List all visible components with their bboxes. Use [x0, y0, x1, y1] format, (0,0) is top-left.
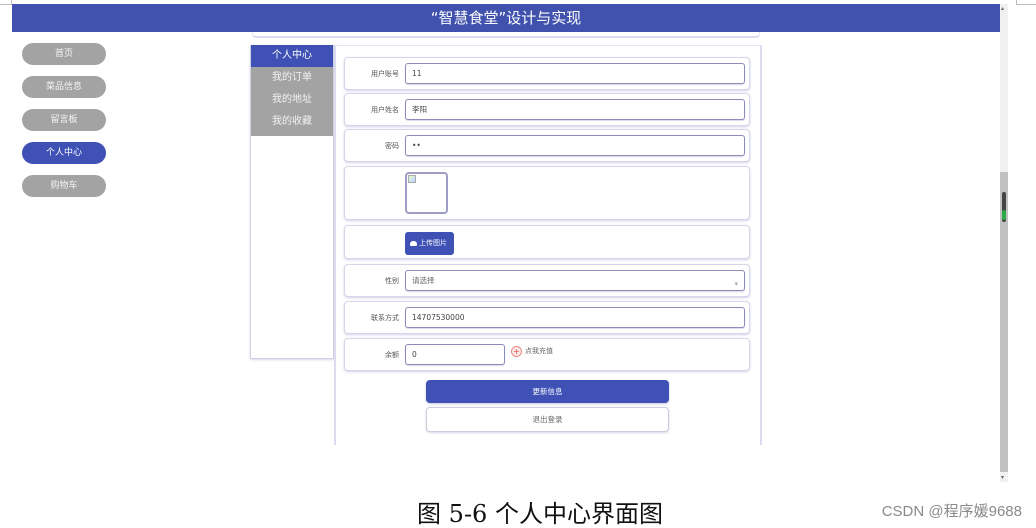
form-row-upload: 上传图片: [344, 225, 750, 259]
page-scrollbar[interactable]: ▴ ▾: [1000, 4, 1008, 482]
sidebar-item-cart[interactable]: 购物车: [22, 175, 106, 197]
subnav-fill: [251, 133, 333, 136]
password-label: 密码: [385, 142, 399, 150]
recharge-link[interactable]: + 点我充值: [511, 345, 553, 357]
form-row-gender: 性别 请选择 ▾: [344, 264, 750, 297]
password-input[interactable]: ••: [405, 135, 745, 156]
sidebar-item-message-board[interactable]: 留言板: [22, 109, 106, 131]
upload-label: 上传图片: [419, 239, 447, 247]
name-label: 用户姓名: [371, 106, 399, 114]
form-row-password: 密码 ••: [344, 129, 750, 162]
phone-label: 联系方式: [371, 314, 399, 322]
sidebar-item-home[interactable]: 首页: [22, 43, 106, 65]
scroll-up-arrow-icon[interactable]: ▴: [1001, 5, 1004, 12]
main-sidebar: 首页 菜品信息 留言板 个人中心 购物车: [22, 43, 106, 208]
window-corner: [1016, 0, 1036, 5]
balance-label: 余额: [385, 351, 399, 359]
figure-caption: 图 5-6 个人中心界面图: [417, 500, 663, 528]
cloud-upload-icon: [410, 240, 417, 246]
account-input[interactable]: 11: [405, 63, 745, 84]
update-info-button[interactable]: 更新信息: [426, 380, 669, 403]
watermark: CSDN @程序媛9688: [881, 503, 1022, 520]
upload-image-button[interactable]: 上传图片: [405, 232, 454, 255]
form-row-phone: 联系方式 14707530000: [344, 301, 750, 334]
gender-label: 性别: [385, 277, 399, 285]
account-label: 用户账号: [371, 70, 399, 78]
recharge-label: 点我充值: [525, 347, 553, 355]
form-row-name: 用户姓名 李阳: [344, 93, 750, 126]
avatar-preview[interactable]: [405, 172, 448, 214]
form-row-avatar: [344, 166, 750, 220]
chevron-down-icon: ▾: [734, 280, 738, 288]
sidebar-item-dishes[interactable]: 菜品信息: [22, 76, 106, 98]
form-row-balance: 余额 0 + 点我充值: [344, 338, 750, 371]
sidebar-item-personal-center[interactable]: 个人中心: [22, 142, 106, 164]
scroll-grip-indicator: [1002, 210, 1006, 220]
app-header: “智慧食堂”设计与实现: [12, 4, 1000, 32]
subnav-item-my-favorites[interactable]: 我的收藏: [251, 111, 333, 133]
scroll-down-arrow-icon[interactable]: ▾: [1001, 474, 1004, 481]
window-corner: [0, 0, 12, 5]
scroll-thumb[interactable]: [1000, 172, 1008, 472]
header-underline: [252, 32, 760, 38]
plus-circle-icon: +: [511, 345, 522, 357]
app-title: “智慧食堂”设计与实现: [430, 9, 582, 27]
subnav-item-my-orders[interactable]: 我的订单: [251, 67, 333, 89]
broken-image-icon: [408, 175, 416, 183]
subnav-item-my-address[interactable]: 我的地址: [251, 89, 333, 111]
phone-input[interactable]: 14707530000: [405, 307, 745, 328]
personal-subnav: 个人中心 我的订单 我的地址 我的收藏: [250, 45, 334, 359]
subnav-item-personal-center[interactable]: 个人中心: [251, 45, 333, 67]
name-input[interactable]: 李阳: [405, 99, 745, 120]
form-row-account: 用户账号 11: [344, 57, 750, 90]
gender-placeholder: 请选择: [412, 276, 435, 285]
balance-input[interactable]: 0: [405, 344, 505, 365]
logout-button[interactable]: 退出登录: [426, 407, 669, 432]
gender-select[interactable]: 请选择 ▾: [405, 270, 745, 291]
